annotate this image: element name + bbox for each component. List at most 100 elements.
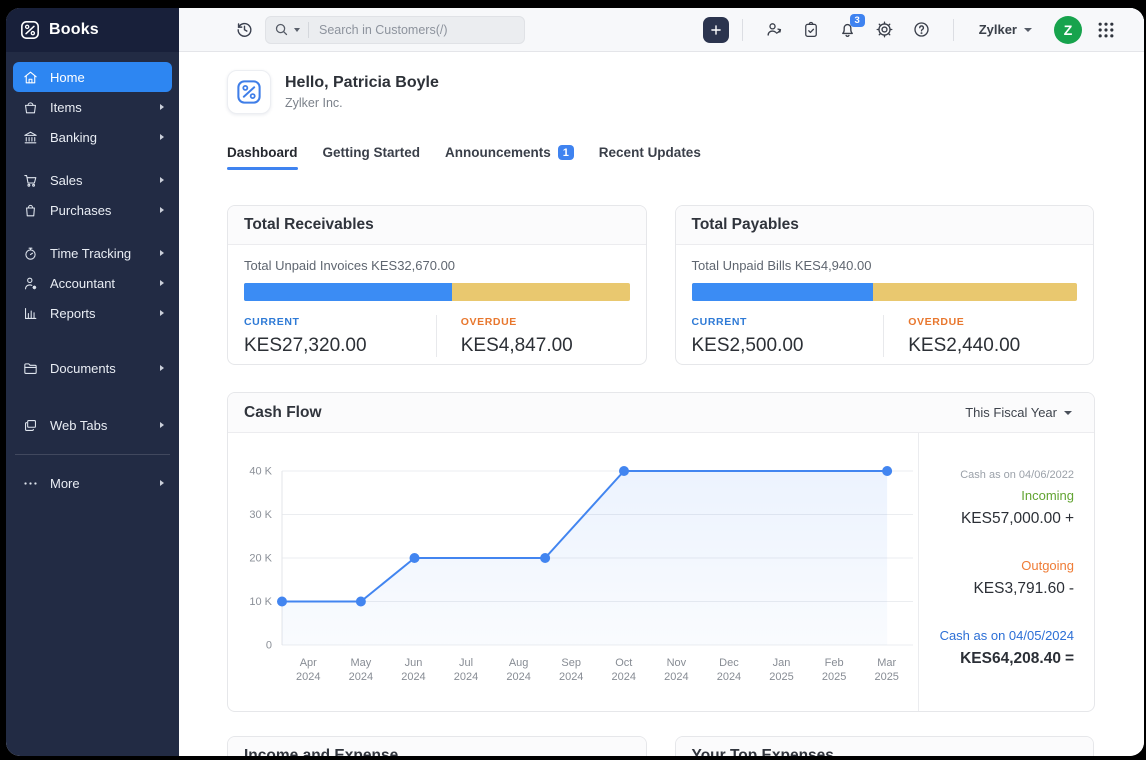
tab-getting-started[interactable]: Getting Started — [323, 145, 421, 170]
sidebar-item-web-tabs[interactable]: Web Tabs — [13, 410, 172, 440]
chevron-right-icon — [160, 207, 164, 213]
add-new-button[interactable] — [703, 17, 729, 43]
svg-text:20 K: 20 K — [249, 553, 272, 565]
receivables-bar-fill — [244, 283, 452, 301]
overdue-value: KES4,847.00 — [461, 335, 630, 357]
svg-text:Mar: Mar — [877, 657, 896, 669]
current-value: KES2,500.00 — [692, 335, 884, 357]
svg-text:2024: 2024 — [401, 671, 425, 683]
search-divider — [308, 22, 309, 38]
receivables-progress-bar — [244, 283, 630, 301]
stats-row: Total Receivables Total Unpaid Invoices … — [227, 205, 1094, 365]
user-avatar[interactable]: Z — [1054, 16, 1082, 44]
svg-text:Jan: Jan — [773, 657, 791, 669]
sidebar-item-home[interactable]: Home — [13, 62, 172, 92]
chevron-right-icon — [160, 134, 164, 140]
cash-flow-chart: 010 K20 K30 K40 KApr2024May2024Jun2024Ju… — [228, 433, 918, 712]
search-box[interactable] — [265, 16, 525, 44]
search-scope-caret-icon[interactable] — [294, 28, 300, 32]
tab-dashboard[interactable]: Dashboard — [227, 145, 298, 170]
tab-label: Announcements — [445, 145, 551, 160]
sidebar-item-label: Web Tabs — [50, 418, 107, 433]
sidebar: Books HomeItemsBanking Sales Purchases Time… — [6, 8, 179, 756]
sidebar-item-reports[interactable]: Reports — [13, 298, 172, 328]
sidebar-nav: HomeItemsBanking Sales Purchases Time Track… — [6, 52, 179, 498]
basket-icon — [22, 99, 39, 116]
data-point[interactable] — [882, 466, 892, 476]
bottom-row: Income and Expense Your Top Expenses — [227, 736, 1094, 756]
svg-text:2025: 2025 — [822, 671, 846, 683]
income-expense-card: Income and Expense — [227, 736, 647, 756]
payables-bar-fill — [692, 283, 873, 301]
help-icon[interactable] — [912, 20, 931, 39]
card-title: Total Receivables — [228, 206, 646, 245]
bank-icon — [22, 129, 39, 146]
apps-grid-icon[interactable] — [1096, 20, 1116, 40]
sidebar-item-label: Sales — [50, 173, 83, 188]
payables-progress-bar — [692, 283, 1078, 301]
cash-as-on-link[interactable]: Cash as on 04/05/2024 — [929, 628, 1074, 643]
chevron-right-icon — [160, 280, 164, 286]
sidebar-item-more[interactable]: More — [13, 468, 172, 498]
sidebar-item-label: Documents — [50, 361, 116, 376]
sidebar-item-label: Reports — [50, 306, 96, 321]
notifications-bell-icon[interactable]: 3 — [838, 20, 857, 39]
fiscal-year-label: This Fiscal Year — [965, 405, 1057, 420]
incoming-label: Incoming — [929, 488, 1074, 503]
card-title: Your Top Expenses — [676, 737, 1094, 756]
data-point[interactable] — [277, 597, 287, 607]
org-dropdown[interactable]: Zylker — [973, 21, 1038, 38]
books-logo-icon — [20, 20, 40, 40]
current-label: CURRENT — [692, 316, 884, 328]
total-payables-card: Total Payables Total Unpaid Bills KES4,9… — [675, 205, 1095, 365]
svg-text:2024: 2024 — [296, 671, 320, 683]
folder-icon — [22, 360, 39, 377]
total-receivables-card: Total Receivables Total Unpaid Invoices … — [227, 205, 647, 365]
svg-text:2024: 2024 — [559, 671, 583, 683]
chevron-right-icon — [160, 365, 164, 371]
tab-label: Dashboard — [227, 145, 298, 160]
chevron-right-icon — [160, 480, 164, 486]
recent-history-icon[interactable] — [235, 20, 254, 39]
data-point[interactable] — [356, 597, 366, 607]
bar-chart-icon — [22, 305, 39, 322]
sidebar-item-accountant[interactable]: Accountant — [13, 268, 172, 298]
notification-badge: 3 — [850, 14, 865, 27]
svg-text:10 K: 10 K — [249, 596, 272, 608]
svg-text:2024: 2024 — [664, 671, 688, 683]
person-star-icon — [22, 275, 39, 292]
chevron-right-icon — [160, 177, 164, 183]
svg-text:30 K: 30 K — [249, 509, 272, 521]
sidebar-item-purchases[interactable]: Purchases — [13, 195, 172, 225]
top-expenses-card: Your Top Expenses — [675, 736, 1095, 756]
topbar-actions: 3 Zylker Z — [703, 16, 1116, 44]
tab-recent-updates[interactable]: Recent Updates — [599, 145, 701, 170]
tab-announcements[interactable]: Announcements1 — [445, 145, 574, 170]
sidebar-item-banking[interactable]: Banking — [13, 122, 172, 152]
sidebar-item-documents[interactable]: Documents — [13, 353, 172, 383]
data-point[interactable] — [410, 553, 420, 563]
tasks-clipboard-icon[interactable] — [802, 21, 820, 39]
data-point[interactable] — [619, 466, 629, 476]
brand[interactable]: Books — [6, 8, 179, 52]
sidebar-item-time-tracking[interactable]: Time Tracking — [13, 238, 172, 268]
sidebar-item-items[interactable]: Items — [13, 92, 172, 122]
refer-user-icon[interactable] — [765, 20, 784, 39]
svg-text:2024: 2024 — [506, 671, 530, 683]
sidebar-item-sales[interactable]: Sales — [13, 165, 172, 195]
svg-text:2024: 2024 — [349, 671, 373, 683]
page-title: Hello, Patricia Boyle — [285, 74, 439, 92]
settings-gear-icon[interactable] — [875, 20, 894, 39]
search-input[interactable] — [317, 22, 516, 38]
cart-icon — [22, 172, 39, 189]
svg-text:2025: 2025 — [769, 671, 793, 683]
sidebar-item-label: More — [50, 476, 80, 491]
svg-text:Jul: Jul — [459, 657, 473, 669]
data-point[interactable] — [540, 553, 550, 563]
tab-label: Getting Started — [323, 145, 421, 160]
company-name: Zylker Inc. — [285, 96, 439, 110]
fiscal-year-dropdown[interactable]: This Fiscal Year — [959, 404, 1078, 421]
topbar-divider — [742, 19, 743, 41]
sidebar-item-label: Purchases — [50, 203, 111, 218]
cash-flow-summary: Cash as on 04/06/2022 Incoming KES57,000… — [918, 433, 1094, 712]
